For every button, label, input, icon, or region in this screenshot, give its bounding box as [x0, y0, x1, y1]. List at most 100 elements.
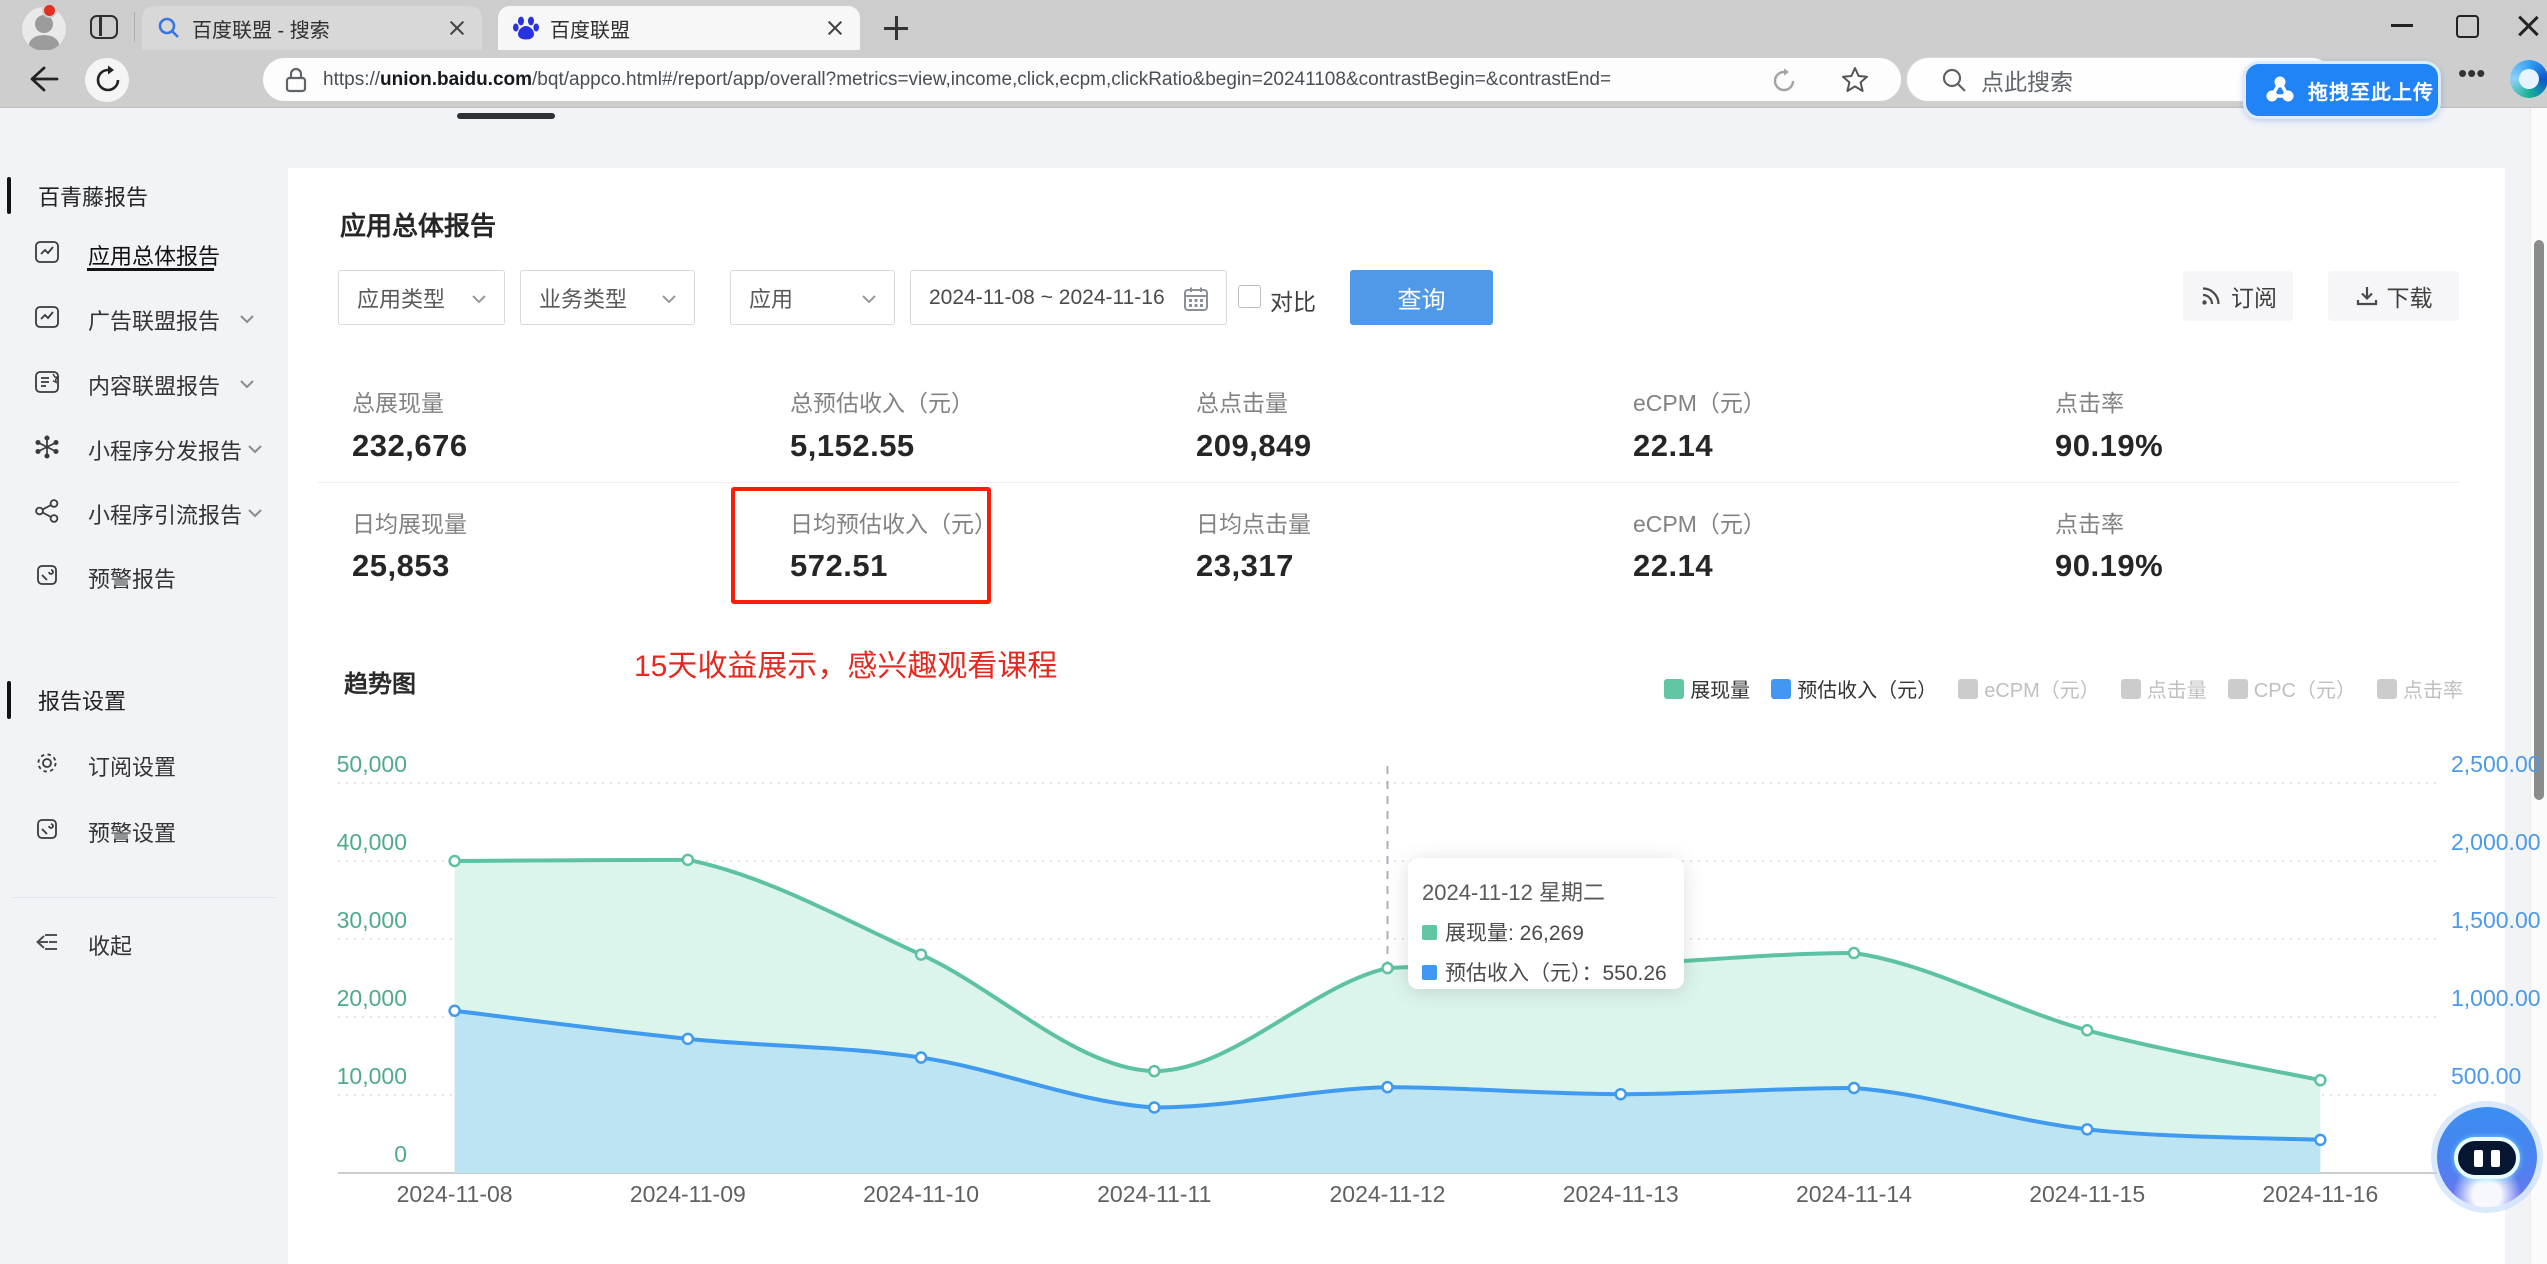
app-select[interactable]: 应用: [730, 270, 895, 325]
stat-label: 日均点击量: [1196, 511, 1311, 537]
legend-label: eCPM（元）: [1984, 680, 2100, 702]
sidebar-active-underline: [87, 268, 214, 271]
download-button[interactable]: 下载: [2328, 271, 2459, 321]
window-maximize-icon[interactable]: [2452, 12, 2482, 38]
compare-label: 对比: [1270, 289, 1316, 315]
page-title: 应用总体报告: [340, 211, 497, 241]
legend-swatch: [1664, 678, 1685, 699]
stat-value: 25,853: [352, 548, 450, 583]
app-type-select[interactable]: 应用类型: [338, 270, 505, 325]
favorite-star-icon[interactable]: [1841, 66, 1869, 94]
sidebar-item-content-union[interactable]: 内容联盟报告: [88, 369, 220, 401]
sidebar-scrollbar[interactable]: [7, 681, 11, 719]
stat-value: 23,317: [1196, 548, 1294, 583]
legend-label: 展现量: [1690, 680, 1751, 702]
sidebar-scrollbar[interactable]: [7, 177, 11, 214]
chevron-down-icon: [248, 445, 262, 454]
stat-value: 232,676: [352, 428, 468, 463]
pause-widget[interactable]: [2437, 1107, 2537, 1207]
scrollbar-thumb[interactable]: [2534, 240, 2544, 800]
chevron-down-icon: [472, 295, 486, 304]
tab-close-icon[interactable]: [824, 17, 846, 39]
new-tab-icon[interactable]: [882, 14, 910, 42]
chevron-down-icon: [240, 380, 254, 389]
legend-label: CPC（元）: [2253, 680, 2356, 702]
sidebar-item-ad-union[interactable]: 广告联盟报告: [88, 304, 220, 336]
stat-label: 总预估收入（元）: [790, 390, 974, 416]
stat-value: 5,152.55: [790, 428, 915, 463]
legend-item[interactable]: 点击量: [2120, 674, 2207, 703]
tab-title: 百度联盟 - 搜索: [192, 19, 330, 42]
sync-icon[interactable]: [1771, 68, 1797, 94]
window-close-icon[interactable]: [2514, 12, 2544, 38]
red-annotation: 15天收益展示，感兴趣观看课程: [634, 650, 1058, 683]
content-report-icon: [35, 371, 60, 393]
compare-checkbox[interactable]: [1238, 285, 1261, 308]
search-placeholder: 点此搜索: [1981, 68, 2073, 95]
app-root: 百度联盟 - 搜索 百度联盟 https://union.baidu.com/b…: [0, 0, 2547, 1264]
report-panel: [288, 168, 2505, 1264]
stat-label: 总展现量: [352, 390, 444, 416]
stat-label: 点击率: [2055, 390, 2124, 416]
tooltip-date: 2024-11-12 星期二: [1422, 880, 1606, 905]
query-button[interactable]: 查询: [1350, 270, 1493, 325]
legend-item[interactable]: 预估收入（元）: [1771, 674, 1937, 703]
report-icon: [35, 306, 59, 328]
legend-swatch: [2120, 678, 2141, 699]
stat-label: 日均展现量: [352, 511, 467, 537]
stat-label: eCPM（元）: [1633, 511, 1766, 537]
stat-label: 总点击量: [1196, 390, 1288, 416]
miniapp-traffic-icon: [35, 499, 59, 523]
refresh-icon[interactable]: [93, 65, 123, 95]
chevron-down-icon: [862, 295, 876, 304]
legend-label: 点击率: [2403, 680, 2463, 702]
back-icon[interactable]: [26, 64, 60, 94]
stat-value: 22.14: [1633, 548, 1714, 583]
legend-swatch: [2227, 678, 2248, 699]
copilot-icon[interactable]: [2510, 60, 2547, 98]
sidebar-item-miniapp-traffic[interactable]: 小程序引流报告: [88, 498, 242, 530]
stats-divider: [318, 482, 2460, 483]
stat-value: 90.19%: [2055, 428, 2164, 463]
collapse-icon: [36, 934, 57, 950]
search-favicon-icon: [158, 17, 179, 38]
upload-drop-chip[interactable]: 拖拽至此上传: [2243, 61, 2441, 119]
sidebar-section-report-settings: 报告设置: [38, 689, 127, 714]
rss-icon: [2202, 287, 2220, 305]
gear-icon: [37, 753, 57, 773]
sidebar-item-alert-settings[interactable]: 预警设置: [88, 816, 176, 848]
url-bar[interactable]: https://union.baidu.com/bqt/appco.html#/…: [262, 57, 1902, 102]
stat-value: 90.19%: [2055, 548, 2164, 583]
sidebar-item-subscribe-settings[interactable]: 订阅设置: [88, 750, 176, 782]
netdisk-icon: [2266, 76, 2294, 102]
page-scroll-indicator: [457, 113, 555, 119]
date-range-picker[interactable]: 2024-11-08 ~ 2024-11-16: [910, 270, 1227, 325]
sidebar-collapse[interactable]: 收起: [88, 929, 132, 961]
sidebar-section-baiqingteng: 百青藤报告: [38, 185, 149, 210]
window-minimize-icon[interactable]: [2388, 12, 2418, 38]
chevron-down-icon: [662, 295, 676, 304]
tab-close-icon[interactable]: [446, 17, 468, 39]
trend-chart-title: 趋势图: [344, 671, 416, 698]
tab-separator: [134, 12, 135, 42]
chart-tooltip: 2024-11-12 星期二 展现量: 26,269 预估收入（元）：550.2…: [1408, 858, 1684, 989]
legend-item[interactable]: 展现量: [1664, 674, 1750, 703]
upload-chip-label: 拖拽至此上传: [2308, 81, 2434, 104]
legend-item[interactable]: CPC（元）: [2227, 674, 2356, 703]
browser-tab-baidu-union[interactable]: 百度联盟: [498, 6, 860, 50]
workspaces-icon[interactable]: [90, 15, 118, 39]
stat-value: 22.14: [1633, 428, 1714, 463]
subscribe-button[interactable]: 订阅: [2183, 271, 2293, 321]
notification-dot-icon: [42, 3, 57, 18]
series-color-swatch: [1422, 964, 1437, 980]
legend-item[interactable]: eCPM（元）: [1958, 674, 2100, 703]
more-options-icon[interactable]: •••: [2458, 58, 2485, 89]
series-color-swatch: [1422, 924, 1437, 940]
browser-tab-search[interactable]: 百度联盟 - 搜索: [142, 6, 482, 50]
sidebar-item-miniapp-distribute[interactable]: 小程序分发报告: [88, 434, 242, 466]
biz-type-select[interactable]: 业务类型: [520, 270, 695, 325]
sidebar-item-alert-report[interactable]: 预警报告: [88, 562, 176, 594]
legend-item[interactable]: 点击率: [2377, 674, 2463, 703]
stat-label: eCPM（元）: [1633, 390, 1766, 416]
sidebar-item-app-overall[interactable]: 应用总体报告: [88, 239, 220, 271]
